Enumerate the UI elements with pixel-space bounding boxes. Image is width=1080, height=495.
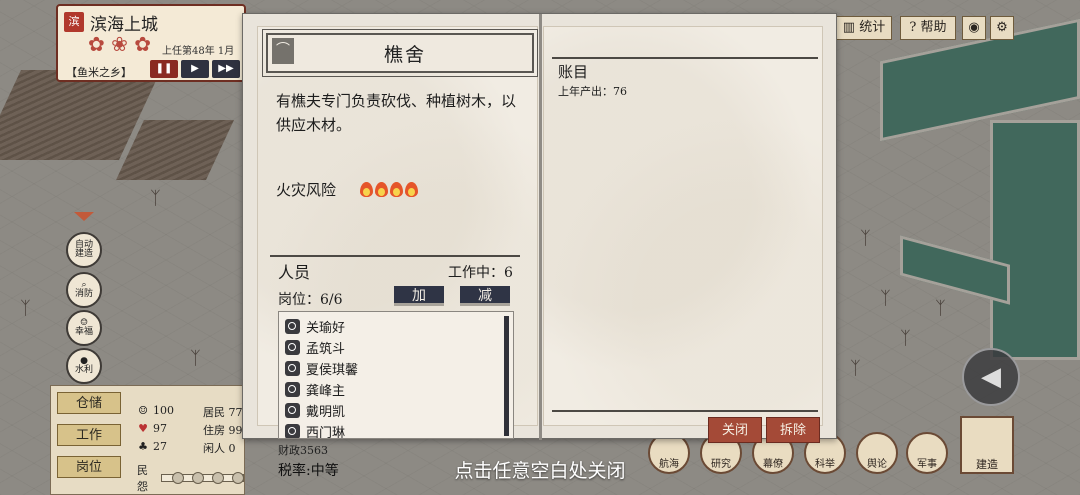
working-count: 工作中：6 [448,265,513,281]
staff-name: 孟筑斗 [306,341,346,357]
housing-stat: 住房 99 [203,424,243,437]
idle-stat: 闲人 0 [203,442,236,455]
title-frame: ⌒ 樵舍 [262,29,538,77]
search-icon[interactable] [285,423,300,438]
fast-forward-button[interactable]: ▶▶ [212,60,240,78]
add-worker-button[interactable]: 加 [394,286,444,306]
work-button[interactable]: 工作 [57,424,121,446]
play-button[interactable]: ▶ [181,60,209,78]
fire-risk-row: 火灾风险 [276,179,420,200]
search-icon[interactable] [285,402,300,418]
building-info-modal: ⌒ 樵舍 有樵夫专门负责砍伐、种植树木，以供应木材。 火灾风险 人员 工作中：6… [242,13,837,443]
term-date: 上任第48年 1月 [162,46,235,57]
culture-stat: ♣ 27 [137,440,167,453]
ledger-heading: 账目 [558,63,589,81]
flame-icon [405,182,418,197]
happiness-stat: ☺ 100 [137,404,174,417]
search-icon[interactable] [285,381,300,397]
smile-icon: ☺ [138,404,148,417]
statistics-button[interactable]: ▥ 统计 [836,16,892,40]
slot-count: 岗位：6/6 [278,292,343,308]
city-trait: 【鱼米之乡】 [66,66,132,79]
list-item[interactable]: 夏侯琪馨 [285,358,358,378]
city-info-panel[interactable]: 滨 滨海上城 ✿ ❀ ✿ 上任第48年 1月 【鱼米之乡】 ❚❚ ▶ ▶▶ [56,4,246,82]
fire-view-button[interactable]: ⌕ 消防 [66,272,102,308]
close-hint: 点击任意空白处关闭 [454,460,626,482]
section-divider [552,57,818,59]
search-icon[interactable] [285,318,300,334]
speed-controls: ❚❚ ▶ ▶▶ [150,60,240,78]
section-divider [552,410,818,412]
help-label: 帮助 [920,20,947,35]
book-spine [539,14,542,440]
building-title: 樵舍 [383,44,426,66]
close-button[interactable]: 关闭 [708,417,762,443]
statistics-label: 统计 [859,20,886,35]
staff-name: 夏侯琪馨 [306,362,359,378]
staff-name: 西门琳 [306,425,346,439]
auto-build-label: 自动 建造 [74,239,93,259]
staff-list[interactable]: 关瑜好 孟筑斗 夏侯琪馨 龚峰主 戴明凯 西门琳 [278,311,514,439]
storage-button[interactable]: 仓储 [57,392,121,414]
chevron-left-icon[interactable]: ◀ [962,348,1020,406]
city-seal-icon: 滨 [64,12,84,32]
culture-value: 27 [153,440,167,453]
water-view-button[interactable]: ● 水利 [66,348,102,384]
help-button[interactable]: ? 帮助 [900,16,956,40]
flame-icon [375,182,388,197]
ledger-entry: 上年产出：76 [558,85,627,98]
list-item[interactable]: 龚峰主 [285,379,345,399]
residents-stat: 居民 77 [203,406,243,419]
eye-icon[interactable]: ◉ [962,16,986,40]
staff-name: 关瑜好 [306,320,346,336]
happiness-view-button[interactable]: ☺ 幸福 [66,310,102,346]
pause-button[interactable]: ❚❚ [150,60,178,78]
ledger-page: 账目 上年产出：76 关闭 拆除 [543,26,823,443]
collapse-arrow-icon[interactable] [74,212,94,221]
water-view-label: 水利 [74,365,93,375]
list-item[interactable]: 戴明凯 [285,400,345,420]
staff-heading: 人员 [278,263,311,282]
health-value: 97 [153,422,167,435]
fire-view-label: 消防 [74,289,93,299]
building-description: 有樵夫专门负责砍伐、种植树木，以供应木材。 [276,92,517,134]
fire-risk-label: 火灾风险 [276,181,337,199]
search-icon[interactable] [285,339,300,355]
hat-icon: ♣ [138,440,148,453]
demolish-button[interactable]: 拆除 [766,417,820,443]
chart-icon: ▥ [842,20,856,35]
remove-worker-button[interactable]: 减 [460,286,510,306]
heart-icon: ♥ [138,422,148,435]
list-item[interactable]: 西门琳 [285,421,346,439]
gear-icon[interactable]: ⚙ [990,16,1014,40]
search-icon[interactable] [285,360,300,376]
scrollbar[interactable] [504,316,509,436]
health-stat: ♥ 97 [137,422,167,435]
plum-branch-icon: ✿ ❀ ✿ [88,32,151,56]
list-item[interactable]: 孟筑斗 [285,337,345,357]
staff-name: 戴明凯 [306,404,346,420]
question-icon: ? [909,20,917,35]
staff-name: 龚峰主 [306,383,346,399]
flame-icon [390,182,403,197]
happiness-view-label: 幸福 [74,327,93,337]
auto-build-button[interactable]: 自动 建造 [66,232,102,268]
flame-icon [360,182,373,197]
list-item[interactable]: 关瑜好 [285,316,345,336]
happiness-value: 100 [153,404,174,417]
section-divider [270,255,520,257]
building-details-page: ⌒ 樵舍 有樵夫专门负责砍伐、种植树木，以供应木材。 火灾风险 人员 工作中：6… [257,26,538,439]
